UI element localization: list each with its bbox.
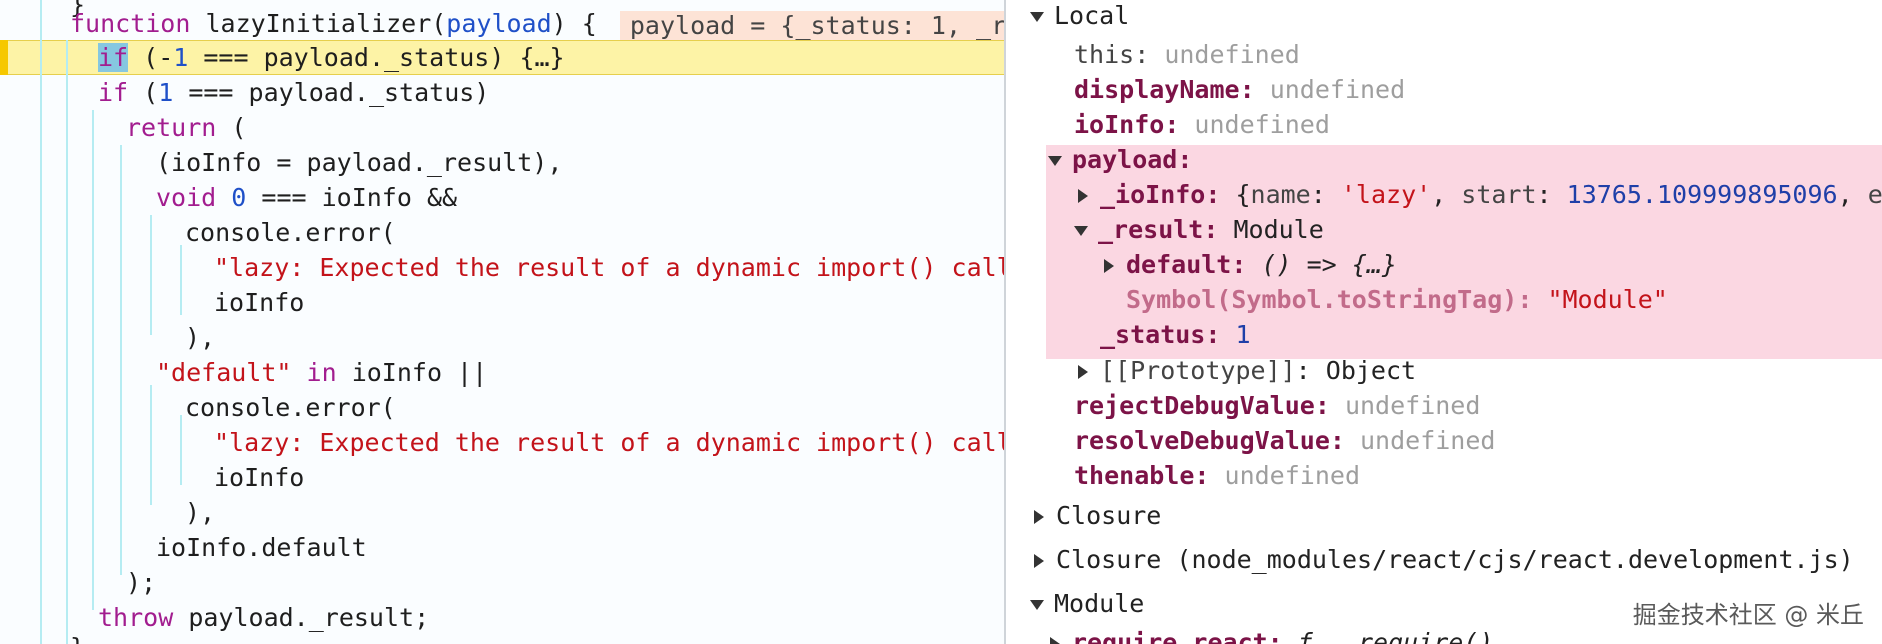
code-line[interactable]: "lazy: Expected the result of a dynamic …: [0, 250, 1004, 285]
source-code-pane[interactable]: } function lazyInitializer(payload) { pa…: [0, 0, 1004, 644]
scope-var-rejectDebugValue[interactable]: rejectDebugValue: undefined: [1074, 388, 1480, 423]
chevron-down-icon[interactable]: [1048, 156, 1062, 166]
code-line[interactable]: (ioInfo = payload._result),: [0, 145, 1004, 180]
payload-field-ioInfo[interactable]: _ioInfo: {name: 'lazy', start: 13765.109…: [1076, 177, 1882, 212]
chevron-right-icon[interactable]: [1078, 189, 1088, 203]
scope-var-thenable[interactable]: thenable: undefined: [1074, 458, 1360, 493]
scope-var-displayName[interactable]: displayName: undefined: [1074, 72, 1405, 107]
inline-value-preview: payload = {_status: 1, _res: [619, 10, 1004, 40]
code-line[interactable]: ioInfo.default: [0, 530, 1004, 565]
code-line[interactable]: "default" in ioInfo ||: [0, 355, 1004, 390]
code-line[interactable]: "lazy: Expected the result of a dynamic …: [0, 425, 1004, 460]
result-field-symbol[interactable]: Symbol(Symbol.toStringTag): "Module": [1126, 282, 1668, 317]
code-line[interactable]: console.error(: [0, 390, 1004, 425]
code-line[interactable]: if (1 === payload._status): [0, 75, 1004, 110]
payload-prototype[interactable]: [[Prototype]]: Object: [1076, 353, 1416, 388]
scope-section-module[interactable]: Module: [1030, 586, 1144, 621]
chevron-right-icon[interactable]: [1034, 510, 1044, 524]
payload-field-status[interactable]: _status: 1: [1100, 317, 1251, 352]
code-line[interactable]: ioInfo: [0, 285, 1004, 320]
code-line[interactable]: console.error(: [0, 215, 1004, 250]
result-field-default[interactable]: default: () => {…}: [1102, 247, 1397, 282]
code-line[interactable]: return (: [0, 110, 1004, 145]
scope-section-local[interactable]: Local: [1030, 0, 1129, 33]
scope-var-resolveDebugValue[interactable]: resolveDebugValue: undefined: [1074, 423, 1495, 458]
code-line[interactable]: ),: [0, 320, 1004, 355]
scope-var-payload[interactable]: payload:: [1048, 142, 1192, 177]
code-line[interactable]: function lazyInitializer(payload) { payl…: [0, 6, 1004, 41]
code-line[interactable]: );: [0, 565, 1004, 600]
scope-var-this[interactable]: this: undefined: [1074, 37, 1300, 72]
scope-pane[interactable]: Local this: undefined displayName: undef…: [1006, 0, 1882, 644]
scope-section-closure-react[interactable]: Closure (node_modules/react/cjs/react.de…: [1032, 542, 1854, 577]
chevron-right-icon[interactable]: [1078, 365, 1088, 379]
chevron-down-icon[interactable]: [1074, 226, 1088, 236]
module-var-require-react[interactable]: require_react: f __require(): [1048, 625, 1493, 644]
code-line[interactable]: void 0 === ioInfo &&: [0, 180, 1004, 215]
chevron-down-icon[interactable]: [1030, 600, 1044, 610]
scope-section-closure[interactable]: Closure: [1032, 498, 1161, 533]
code-line-current[interactable]: if (-1 === payload._status) {…}: [0, 40, 1004, 75]
code-line[interactable]: ),: [0, 495, 1004, 530]
code-line[interactable]: }: [0, 630, 1004, 644]
chevron-right-icon[interactable]: [1104, 259, 1114, 273]
code-line[interactable]: ioInfo: [0, 460, 1004, 495]
chevron-right-icon[interactable]: [1050, 637, 1060, 644]
chevron-down-icon[interactable]: [1030, 12, 1044, 22]
chevron-right-icon[interactable]: [1034, 554, 1044, 568]
payload-field-result[interactable]: _result: Module: [1074, 212, 1324, 247]
scope-var-ioInfo[interactable]: ioInfo: undefined: [1074, 107, 1330, 142]
watermark: 掘金技术社区 @ 米丘: [1632, 601, 1864, 629]
